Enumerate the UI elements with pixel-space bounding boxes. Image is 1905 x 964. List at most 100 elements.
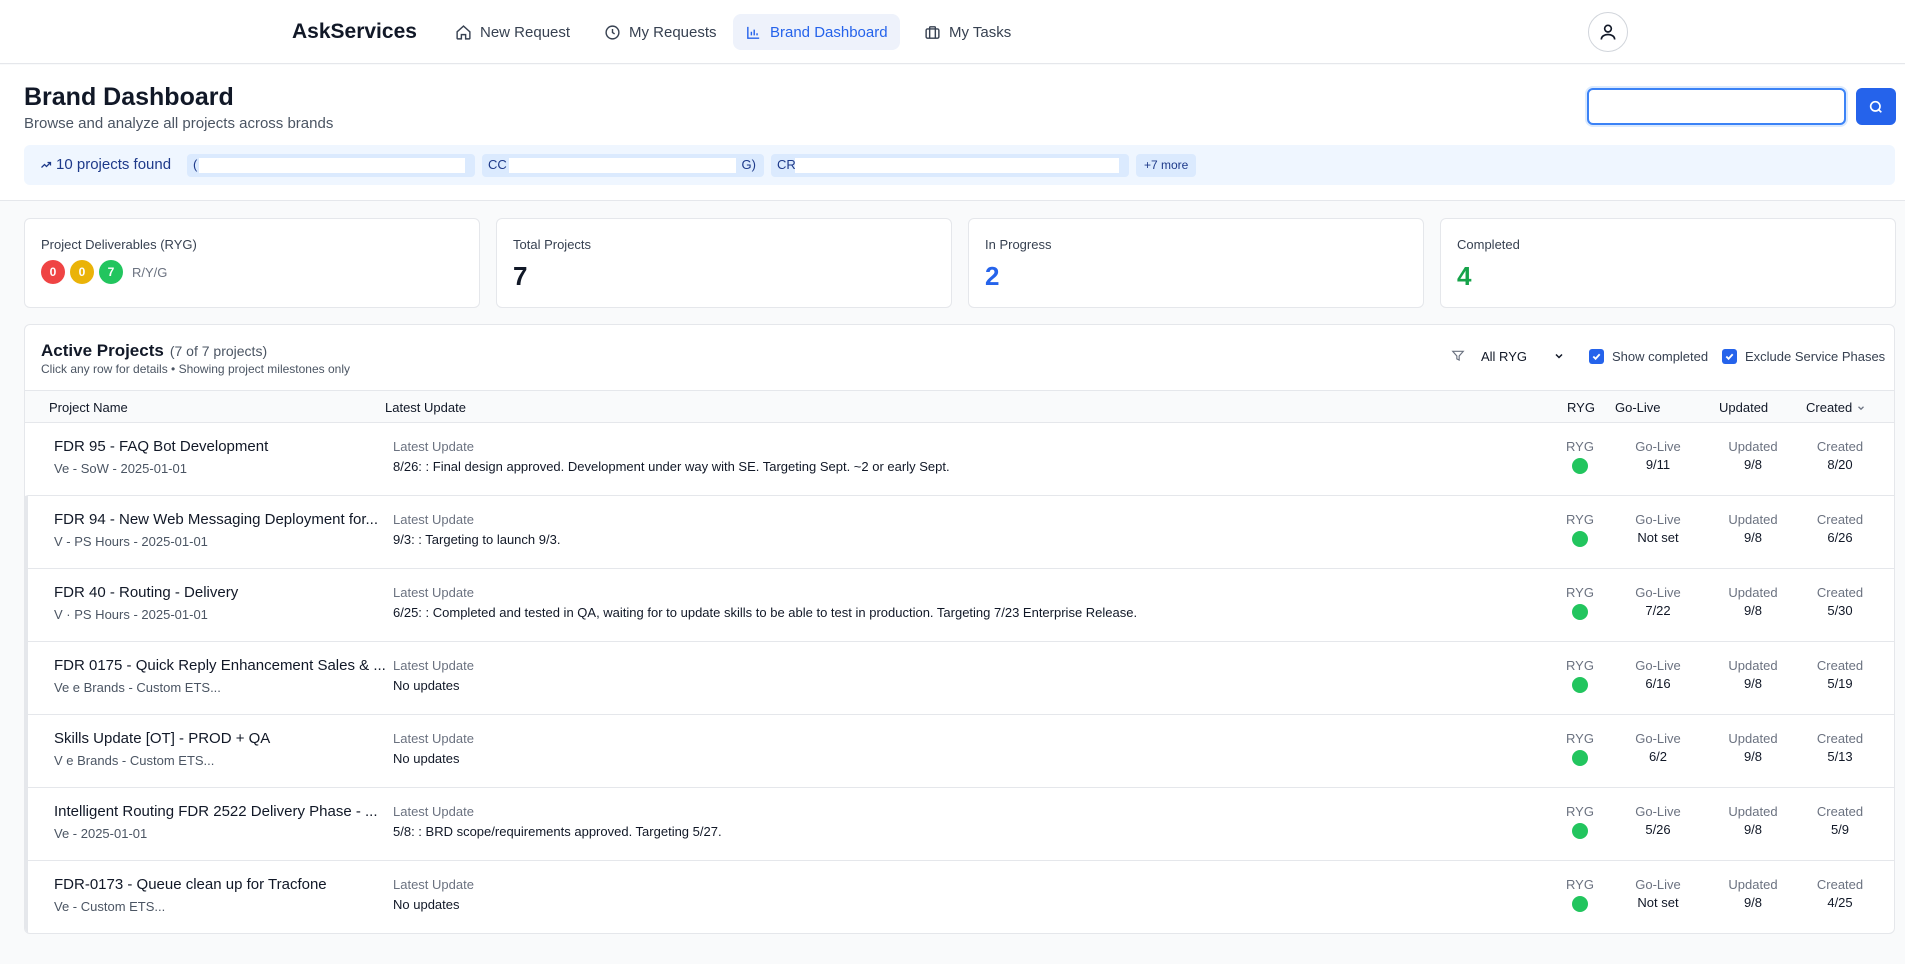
go-live-label: Go-Live — [1635, 877, 1681, 892]
updated-cell: Updated 9/8 — [1713, 877, 1793, 910]
nav-my-requests[interactable]: My Requests — [592, 14, 729, 50]
col-ryg[interactable]: RYG — [1567, 400, 1595, 415]
nav-label: New Request — [480, 23, 571, 41]
ryg-cell: RYG — [1540, 658, 1620, 693]
chevron-down-icon — [1555, 353, 1563, 359]
go-live-cell: Go-Live 6/2 — [1618, 731, 1698, 764]
project-count: (7 of 7 projects) — [169, 343, 268, 359]
table-row[interactable]: FDR-0173 - Queue clean up for Tracfone V… — [25, 861, 1894, 933]
updated-label: Updated — [1728, 439, 1778, 454]
page-header: Brand Dashboard Browse and analyze all p… — [0, 65, 1905, 201]
project-name: FDR 0175 - Quick Reply Enhancement Sales… — [54, 657, 386, 674]
table-row[interactable]: FDR 0175 - Quick Reply Enhancement Sales… — [25, 642, 1894, 715]
card-label: Project Deliverables (RYG) — [41, 237, 197, 252]
go-live-value: 7/22 — [1645, 603, 1671, 618]
go-live-label: Go-Live — [1635, 512, 1681, 527]
user-avatar-button[interactable] — [1588, 12, 1628, 52]
ryg-status-dot — [1572, 750, 1588, 766]
panel-title: Active Projects (7 of 7 projects) — [41, 341, 267, 361]
checkbox-checked[interactable] — [1722, 349, 1737, 364]
exclude-service-phases-checkbox[interactable]: Exclude Service Phases — [1722, 349, 1885, 364]
project-name: Intelligent Routing FDR 2522 Delivery Ph… — [54, 803, 378, 820]
latest-update-text: 5/8: : BRD scope/requirements approved. … — [393, 824, 722, 839]
ryg-status-dot — [1572, 604, 1588, 620]
updated-cell: Updated 9/8 — [1713, 439, 1793, 472]
updated-value: 9/8 — [1743, 457, 1763, 472]
ryg-filter-select[interactable]: All RYG — [1477, 343, 1569, 369]
table-row[interactable]: Intelligent Routing FDR 2522 Delivery Ph… — [25, 788, 1894, 861]
updated-value: 9/8 — [1743, 530, 1763, 545]
search-icon — [1869, 100, 1882, 113]
created-value: 5/13 — [1827, 749, 1853, 764]
nav-label: Brand Dashboard — [770, 23, 888, 41]
created-label: Created — [1816, 731, 1864, 746]
completed-card: Completed 4 — [1440, 218, 1896, 308]
ryg-cell: RYG — [1540, 804, 1620, 839]
brand-chip[interactable]: CC G) — [482, 154, 764, 177]
go-live-cell: Go-Live Not set — [1618, 877, 1698, 910]
col-updated[interactable]: Updated — [1719, 400, 1768, 415]
go-live-value: 6/2 — [1648, 749, 1668, 764]
show-completed-checkbox[interactable]: Show completed — [1589, 349, 1708, 364]
col-go-live[interactable]: Go-Live — [1615, 400, 1661, 415]
search-button[interactable] — [1856, 88, 1896, 125]
project-subtitle: V - PS Hours - 2025-01-01 — [54, 534, 208, 549]
table-row[interactable]: FDR 94 - New Web Messaging Deployment fo… — [25, 496, 1894, 569]
ryg-label: RYG — [1566, 439, 1594, 454]
brand-chip[interactable]: ( — [187, 154, 475, 177]
go-live-value: 9/11 — [1645, 457, 1671, 472]
brand-chip[interactable]: CR — [771, 154, 1129, 177]
created-cell: Created 8/20 — [1800, 439, 1880, 472]
table-row[interactable]: FDR 40 - Routing - Delivery V · PS Hours… — [25, 569, 1894, 642]
ryg-label: RYG — [1566, 877, 1594, 892]
more-brands-chip[interactable]: +7 more — [1136, 154, 1197, 177]
search-input[interactable] — [1587, 88, 1846, 125]
project-name: FDR-0173 - Queue clean up for Tracfone — [54, 876, 327, 893]
table-row[interactable]: Skills Update [OT] - PROD + QA V e Brand… — [25, 715, 1894, 788]
ryg-status-dot — [1572, 458, 1588, 474]
col-latest-update[interactable]: Latest Update — [385, 400, 466, 415]
go-live-value: 5/26 — [1645, 822, 1671, 837]
total-projects-value: 7 — [513, 261, 528, 291]
table-row[interactable]: FDR 95 - FAQ Bot Development Ve - SoW - … — [25, 423, 1894, 496]
updated-label: Updated — [1728, 585, 1778, 600]
app-logo-text[interactable]: AskServices — [292, 20, 417, 44]
ryg-cell: RYG — [1540, 439, 1620, 474]
go-live-cell: Go-Live 6/16 — [1618, 658, 1698, 691]
created-cell: Created 6/26 — [1800, 512, 1880, 545]
panel-subtitle: Click any row for details • Showing proj… — [41, 362, 350, 376]
brand-chip-prefix: CR — [777, 157, 796, 172]
latest-update-text: No updates — [393, 897, 460, 912]
latest-update-label: Latest Update — [393, 877, 474, 892]
in-progress-value: 2 — [985, 261, 1000, 291]
go-live-cell: Go-Live 7/22 — [1618, 585, 1698, 618]
go-live-cell: Go-Live 9/11 — [1618, 439, 1698, 472]
nav-my-tasks[interactable]: My Tasks — [912, 14, 1023, 50]
updated-value: 9/8 — [1743, 822, 1763, 837]
checkbox-checked[interactable] — [1589, 349, 1604, 364]
col-project-name[interactable]: Project Name — [49, 400, 128, 415]
yellow-count-badge: 0 — [70, 260, 94, 284]
go-live-value: Not set — [1637, 530, 1679, 545]
trending-up-icon — [41, 161, 52, 168]
total-projects-card: Total Projects 7 — [496, 218, 952, 308]
col-created[interactable]: Created — [1806, 400, 1866, 415]
ryg-status-dot — [1572, 823, 1588, 839]
updated-value: 9/8 — [1743, 749, 1763, 764]
red-count-badge: 0 — [41, 260, 65, 284]
created-label: Created — [1816, 512, 1864, 527]
projects-found-text: 10 projects found — [56, 156, 172, 173]
ryg-label: RYG — [1566, 512, 1594, 527]
project-name: FDR 40 - Routing - Delivery — [54, 584, 239, 601]
panel-title-text: Active Projects — [41, 341, 164, 360]
created-label: Created — [1816, 658, 1864, 673]
latest-update-label: Latest Update — [393, 804, 474, 819]
ryg-cell: RYG — [1540, 512, 1620, 547]
green-count-badge: 7 — [99, 260, 123, 284]
nav-new-request[interactable]: New Request — [443, 14, 582, 50]
updated-cell: Updated 9/8 — [1713, 731, 1793, 764]
clock-icon — [605, 24, 620, 40]
created-cell: Created 4/25 — [1800, 877, 1880, 910]
completed-value: 4 — [1457, 261, 1472, 291]
nav-brand-dashboard[interactable]: Brand Dashboard — [733, 14, 900, 50]
